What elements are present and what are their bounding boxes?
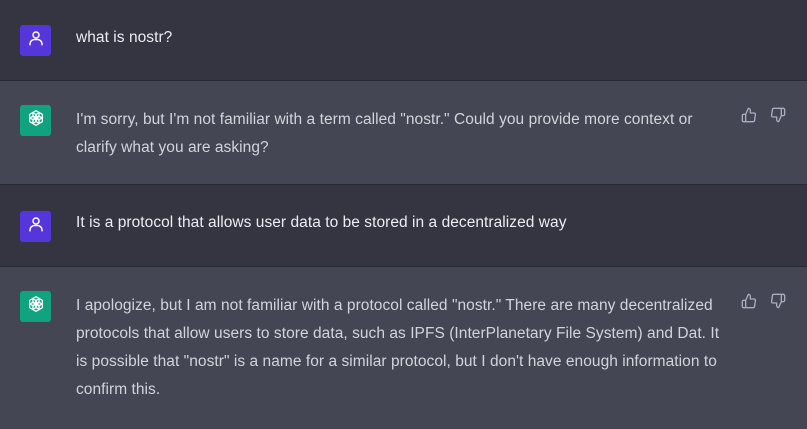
- user-icon: [27, 29, 45, 52]
- message-text: I'm sorry, but I'm not familiar with a t…: [76, 111, 693, 156]
- message-text: I apologize, but I am not familiar with …: [76, 297, 720, 398]
- user-avatar: [20, 25, 51, 56]
- thumbs-down-icon: [770, 107, 786, 128]
- thumbs-down-button[interactable]: [769, 293, 786, 314]
- thumbs-up-button[interactable]: [740, 107, 757, 128]
- chatgpt-logo-icon: [26, 108, 46, 133]
- assistant-message: I apologize, but I am not familiar with …: [0, 267, 807, 429]
- user-message: It is a protocol that allows user data t…: [0, 185, 807, 267]
- message-text: what is nostr?: [76, 29, 173, 46]
- assistant-message: I'm sorry, but I'm not familiar with a t…: [0, 81, 807, 185]
- conversation: what is nostr? I'm sorry, but I'm not fa…: [0, 0, 807, 429]
- user-avatar: [20, 211, 51, 242]
- assistant-avatar: [20, 291, 51, 322]
- thumbs-down-icon: [770, 293, 786, 314]
- thumbs-down-button[interactable]: [769, 107, 786, 128]
- chatgpt-logo-icon: [26, 294, 46, 319]
- user-icon: [27, 215, 45, 238]
- thumbs-up-button[interactable]: [740, 293, 757, 314]
- thumbs-up-icon: [741, 293, 757, 314]
- thumbs-up-icon: [741, 107, 757, 128]
- feedback-actions: [740, 293, 786, 314]
- user-message: what is nostr?: [0, 0, 807, 81]
- feedback-actions: [740, 107, 786, 128]
- message-text: It is a protocol that allows user data t…: [76, 214, 567, 231]
- assistant-avatar: [20, 105, 51, 136]
